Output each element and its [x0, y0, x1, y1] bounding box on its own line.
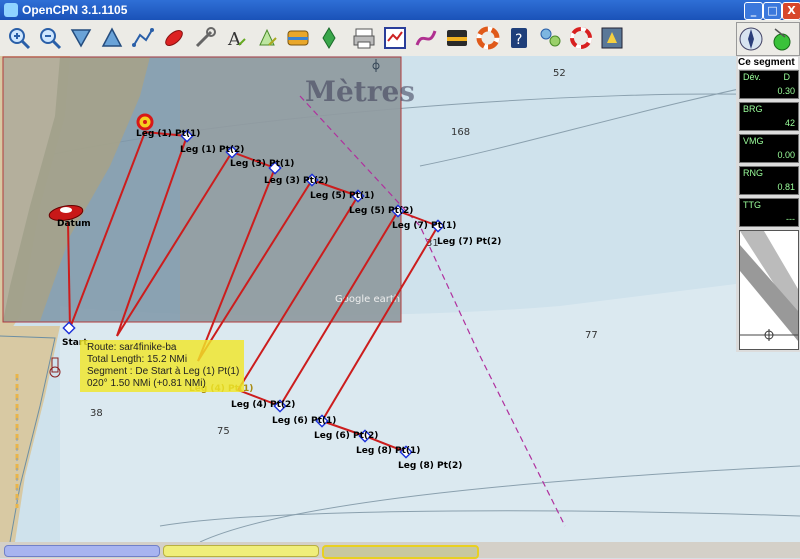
tooltip-total: Total Length: 15.2 NMi: [87, 354, 188, 365]
leg-label: Leg (7) Pt(2): [437, 237, 501, 247]
tooltip-bearing: 020° 1.50 NMi (+0.81 NMi): [87, 378, 206, 389]
scale-up-icon[interactable]: [98, 24, 126, 52]
instrument-vmg: VMG 0.00: [739, 134, 799, 163]
main-toolbar: A ?: [0, 20, 800, 57]
instrument-label: TTG: [743, 200, 761, 210]
text-icon[interactable]: A: [222, 24, 250, 52]
track-icon[interactable]: [160, 24, 188, 52]
print-icon[interactable]: [350, 24, 378, 52]
chart-canvas[interactable]: Mètres Google earth 52 168 77 75 38 31 D…: [0, 56, 800, 542]
scale-down-icon[interactable]: [67, 24, 95, 52]
instrument-value: 0.00: [777, 150, 795, 160]
app-icon: [4, 3, 18, 17]
instrument-rng: RNG 0.81: [739, 166, 799, 195]
leg-label: Leg (4) Pt(2): [231, 400, 295, 410]
instrument-value: 0.30: [777, 86, 795, 96]
chart-stack-segment[interactable]: [322, 545, 479, 559]
tide-icon[interactable]: [253, 24, 281, 52]
instrument-label: BRG: [743, 104, 763, 114]
depth-168: 168: [451, 127, 470, 138]
tooltip-route: Route: sar4finike-ba: [87, 342, 177, 353]
depth-38: 38: [90, 408, 103, 419]
leg-label: Leg (8) Pt(1): [356, 446, 420, 456]
compass-widget[interactable]: [736, 22, 800, 56]
depth-52: 52: [553, 68, 566, 79]
route-tooltip: Route: sar4finike-ba Total Length: 15.2 …: [80, 340, 244, 392]
depth-77: 77: [585, 330, 598, 341]
title-bar: OpenCPN 3.1.1105 _ □ X: [0, 0, 800, 20]
instrument-value: 0.81: [777, 182, 795, 192]
datum-label: Datum: [57, 219, 91, 229]
grib-icon[interactable]: [598, 24, 626, 52]
restore-button[interactable]: □: [763, 2, 782, 20]
settings-icon[interactable]: [191, 24, 219, 52]
chart-stack-segment[interactable]: [4, 545, 160, 557]
ais-icon[interactable]: [315, 24, 343, 52]
leg-label: Leg (3) Pt(2): [264, 176, 328, 186]
route-icon[interactable]: [129, 24, 157, 52]
leg-label: Leg (1) Pt(2): [180, 145, 244, 155]
color-scheme-icon[interactable]: [443, 24, 471, 52]
zoom-out-icon[interactable]: [36, 24, 64, 52]
lifebuoy-icon[interactable]: [474, 24, 502, 52]
route-manager-icon[interactable]: [381, 24, 409, 52]
leg-label: Leg (7) Pt(1): [392, 221, 456, 231]
leg-label: Leg (1) Pt(1): [136, 129, 200, 139]
current-icon[interactable]: [284, 24, 312, 52]
leg-label: Leg (5) Pt(2): [349, 206, 413, 216]
window-title: OpenCPN 3.1.1105: [22, 3, 128, 17]
leg-label: Leg (6) Pt(2): [314, 431, 378, 441]
close-button[interactable]: X: [782, 2, 800, 20]
highway-display: [739, 230, 799, 350]
chart-bar: [0, 542, 800, 559]
depth-75: 75: [217, 426, 230, 437]
man-overboard-icon[interactable]: [567, 24, 595, 52]
instrument-label: Dév.: [743, 72, 761, 82]
chart-svg[interactable]: Mètres Google earth 52 168 77 75 38 31 D…: [0, 56, 800, 542]
leg-label: Leg (3) Pt(1): [230, 159, 294, 169]
instrument-brg: BRG 42: [739, 102, 799, 131]
leg-label: Leg (5) Pt(1): [310, 191, 374, 201]
instrument-unit: D: [783, 72, 791, 82]
leg-label: Leg (8) Pt(2): [398, 461, 462, 471]
instrument-label: RNG: [743, 168, 763, 178]
help-icon[interactable]: ?: [505, 24, 533, 52]
instrument-deviation: Dév. D 0.30: [739, 70, 799, 99]
instrument-label: VMG: [743, 136, 764, 146]
instrument-ttg: TTG ---: [739, 198, 799, 227]
instrument-value: 42: [784, 118, 795, 128]
tooltip-segment: Segment : De Start à Leg (1) Pt(1): [87, 366, 240, 377]
instrument-value: ---: [786, 214, 795, 224]
minimize-button[interactable]: _: [744, 2, 763, 20]
panel-header: Ce segment: [738, 57, 798, 69]
chart-stack-segment[interactable]: [163, 545, 319, 557]
svg-text:A: A: [227, 29, 242, 50]
leg-label: Leg (6) Pt(1): [272, 416, 336, 426]
plugin-icon[interactable]: [536, 24, 564, 52]
watermark-text: Mètres: [305, 75, 415, 108]
svg-text:?: ?: [515, 32, 522, 48]
zoom-in-icon[interactable]: [5, 24, 33, 52]
track-toggle-icon[interactable]: [412, 24, 440, 52]
